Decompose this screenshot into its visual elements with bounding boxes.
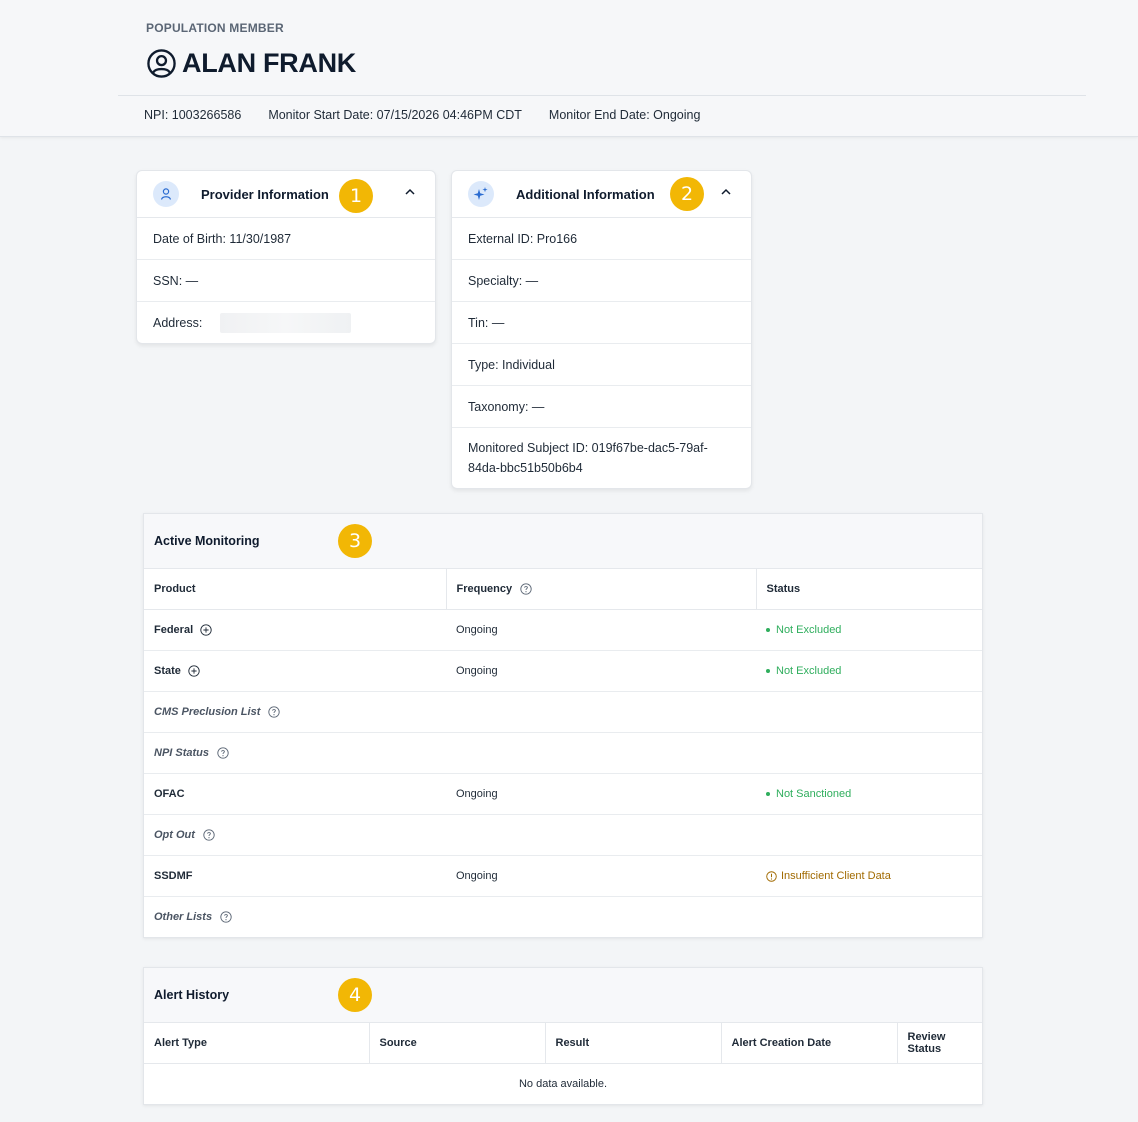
provider-information-header[interactable]: Provider Information — [137, 171, 435, 218]
frequency-cell: Ongoing — [446, 855, 756, 897]
header-divider — [118, 95, 1086, 96]
npi-value: NPI: 1003266586 — [144, 108, 242, 122]
chevron-up-icon[interactable] — [719, 185, 733, 199]
alert-history-table: Alert Type Source Result Alert Creation … — [144, 1023, 982, 1104]
product-cell: Other Lists — [144, 897, 446, 938]
status-cell: Insufficient Client Data — [756, 855, 982, 897]
status-dot-icon — [766, 669, 770, 674]
status-dot-icon — [766, 792, 770, 797]
active-monitoring-panel: Active Monitoring Product Frequency Stat… — [143, 513, 983, 938]
taxonomy-row: Taxonomy: — — [452, 386, 751, 428]
expand-plus-icon[interactable] — [188, 665, 200, 677]
no-data-message: No data available. — [518, 1078, 608, 1090]
ssn-row: SSN: — — [137, 260, 435, 302]
member-name: ALAN FRANK — [182, 48, 356, 78]
annotation-badge-2: 2 — [670, 177, 704, 211]
address-row: Address: — [137, 302, 435, 343]
redacted-address — [220, 312, 352, 333]
monitored-subject-id-row: Monitored Subject ID: 019f67be-dac5-79af… — [468, 441, 708, 475]
column-review-status[interactable]: Review Status — [896, 1023, 982, 1064]
status-cell: Not Excluded — [756, 650, 982, 692]
warning-circle-icon — [766, 870, 777, 882]
frequency-cell: Ongoing — [446, 773, 756, 815]
dob-row: Date of Birth: 11/30/1987 — [137, 218, 435, 260]
annotation-badge-1: 1 — [339, 179, 373, 213]
table-row: SSDMF Ongoing Insufficient Client Data — [144, 855, 982, 897]
help-icon[interactable] — [520, 583, 532, 595]
column-product[interactable]: Product — [144, 569, 446, 610]
table-header-row: Alert Type Source Result Alert Creation … — [144, 1023, 982, 1064]
address-label: Address: — [153, 315, 203, 330]
person-icon — [153, 181, 179, 207]
table-row: Other Lists — [144, 897, 982, 938]
status-dot-icon — [766, 628, 770, 633]
frequency-cell — [446, 897, 756, 938]
status-cell: Not Excluded — [756, 609, 982, 651]
frequency-cell: Ongoing — [446, 609, 756, 651]
annotation-badge-3: 3 — [338, 524, 372, 558]
monitor-end-date: Monitor End Date: Ongoing — [548, 108, 701, 122]
page-header: POPULATION MEMBER ALAN FRANK NPI: 100326… — [0, 0, 1138, 137]
expand-plus-icon[interactable] — [200, 624, 212, 636]
frequency-cell — [446, 691, 756, 733]
member-name-row: ALAN FRANK — [146, 48, 356, 79]
column-status[interactable]: Status — [755, 569, 982, 610]
additional-information-header[interactable]: Additional Information — [452, 171, 751, 218]
additional-information-title: Additional Information — [516, 186, 655, 202]
product-cell: OFAC — [144, 773, 446, 815]
table-row: CMS Preclusion List — [144, 691, 982, 733]
help-icon[interactable] — [217, 747, 229, 759]
alert-history-panel: Alert History Alert Type Source Result A… — [143, 967, 983, 1105]
active-monitoring-table: Product Frequency Status Federal Ongoing… — [144, 569, 982, 937]
help-icon[interactable] — [220, 911, 232, 923]
page-eyebrow: POPULATION MEMBER — [146, 21, 284, 35]
table-row: State Ongoing Not Excluded — [144, 650, 982, 692]
status-cell — [756, 732, 982, 774]
specialty-row: Specialty: — — [452, 260, 751, 302]
product-cell: NPI Status — [144, 732, 446, 774]
table-row: Federal Ongoing Not Excluded — [144, 609, 982, 651]
product-cell: State — [144, 650, 446, 692]
provider-information-card: Provider Information Date of Birth: 11/3… — [136, 170, 436, 344]
product-cell: Federal — [144, 609, 446, 651]
type-row: Type: Individual — [452, 344, 751, 386]
help-icon[interactable] — [268, 706, 281, 718]
help-icon[interactable] — [203, 829, 215, 841]
product-cell: SSDMF — [144, 855, 446, 897]
empty-row: No data available. — [144, 1064, 982, 1105]
monitor-start-date: Monitor Start Date: 07/15/2026 04:46PM C… — [268, 108, 522, 122]
column-alert-type[interactable]: Alert Type — [144, 1023, 369, 1064]
member-meta: NPI: 1003266586 Monitor Start Date: 07/1… — [144, 108, 700, 122]
provider-information-title: Provider Information — [201, 186, 329, 202]
chevron-up-icon[interactable] — [403, 185, 417, 199]
table-header-row: Product Frequency Status — [144, 569, 982, 610]
status-cell: Not Sanctioned — [756, 773, 982, 815]
column-frequency[interactable]: Frequency — [445, 569, 756, 610]
table-row: NPI Status — [144, 732, 982, 774]
status-cell — [756, 897, 982, 938]
sparkles-icon — [468, 181, 494, 207]
frequency-cell — [446, 732, 756, 774]
column-alert-creation-date[interactable]: Alert Creation Date — [720, 1023, 897, 1064]
external-id-row: External ID: Pro166 — [452, 218, 751, 260]
column-result[interactable]: Result — [544, 1023, 721, 1064]
status-cell — [756, 814, 982, 856]
product-cell: CMS Preclusion List — [144, 691, 446, 733]
product-cell: Opt Out — [144, 814, 446, 856]
alert-history-title: Alert History — [144, 968, 982, 1023]
table-row: OFAC Ongoing Not Sanctioned — [144, 773, 982, 815]
status-cell — [756, 691, 982, 733]
active-monitoring-title: Active Monitoring — [144, 514, 982, 569]
annotation-badge-4: 4 — [338, 978, 372, 1012]
column-source[interactable]: Source — [368, 1023, 545, 1064]
tin-row: Tin: — — [452, 302, 751, 344]
table-row: Opt Out — [144, 814, 982, 856]
frequency-cell: Ongoing — [446, 650, 756, 692]
frequency-cell — [446, 814, 756, 856]
user-circle-icon — [147, 49, 176, 78]
additional-information-card: Additional Information External ID: Pro1… — [451, 170, 752, 489]
